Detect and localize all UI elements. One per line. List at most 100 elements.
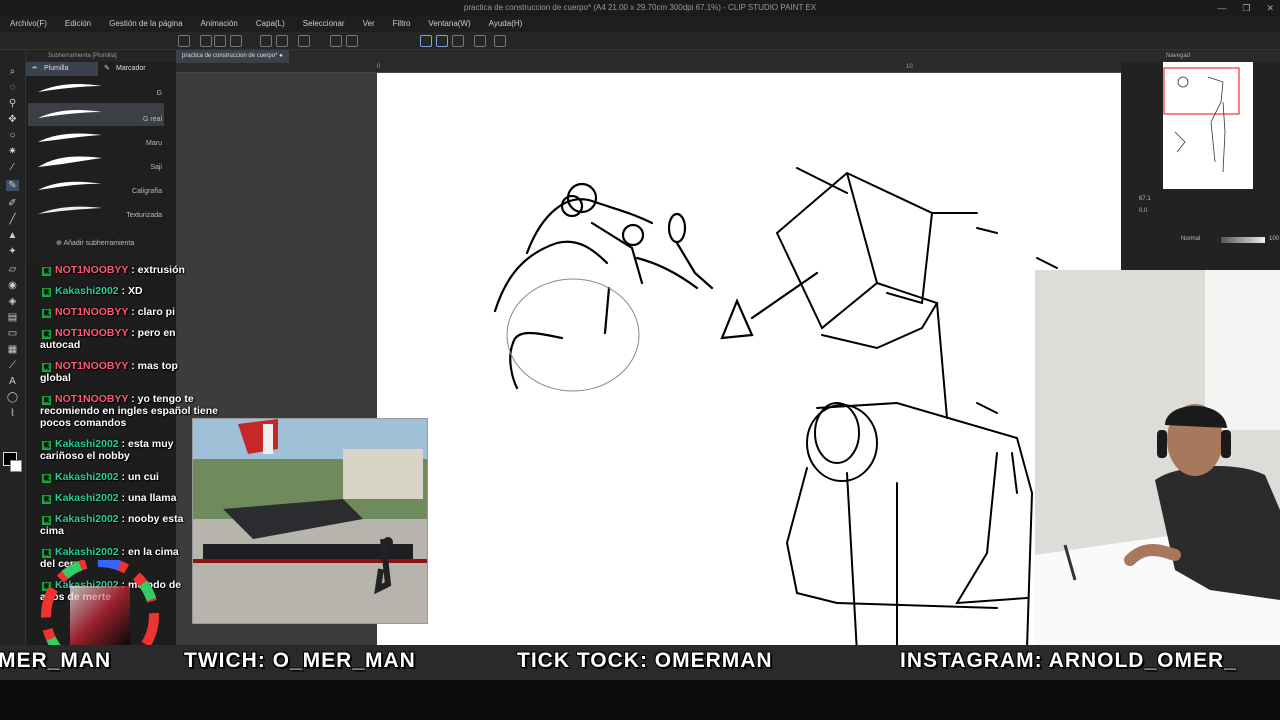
blend-mode-select[interactable]: Normal — [1181, 236, 1200, 242]
menu-gestion-pagina[interactable]: Gestión de la página — [99, 16, 190, 32]
navigator-zoom-value[interactable]: 67.1 — [1139, 196, 1151, 202]
marker-icon: ✎ — [104, 65, 110, 72]
eyedropper-tool-icon[interactable]: ⚲ — [6, 98, 19, 109]
menu-seleccionar[interactable]: Seleccionar — [293, 16, 353, 32]
pen-tool-icon[interactable]: ✎ — [6, 180, 19, 191]
menu-archivo[interactable]: Archivo(F) — [0, 16, 55, 32]
brush-label: Maru — [146, 140, 162, 147]
airbrush-tool-icon[interactable]: ▲ — [6, 230, 19, 241]
ticker-instagram: INSTAGRAM: ARNOLD_OMER_ — [900, 649, 1237, 672]
brush-label: G — [156, 90, 162, 97]
chat-message: K Kakashi2002 : nooby esta cima — [40, 513, 184, 537]
dropper-icon[interactable]: ⁄ — [6, 162, 19, 173]
transform-icon[interactable] — [346, 35, 358, 47]
undo-icon[interactable] — [260, 35, 272, 47]
kick-badge-icon: K — [42, 495, 51, 504]
drawing-canvas[interactable] — [377, 73, 1121, 654]
kick-badge-icon: K — [42, 474, 51, 483]
brush-item-g-real[interactable]: G real — [28, 103, 164, 126]
balloon-tool-icon[interactable]: ◯ — [6, 392, 19, 403]
decoration-tool-icon[interactable]: ✦ — [6, 246, 19, 257]
ticker-fragment: MER_MAN — [0, 649, 112, 672]
window-title: practica de construccion de cuerpo* (A4 … — [463, 3, 817, 12]
document-tabbar: practica de construccion de cuerpo* ● — [176, 50, 1121, 63]
frame-tool-icon[interactable]: ▦ — [6, 344, 19, 355]
minimize-button[interactable]: — — [1217, 0, 1226, 16]
ticker-tiktok: TICK TOCK: OMERMAN — [517, 649, 773, 672]
kick-badge-icon: K — [42, 288, 51, 297]
chat-message: K Kakashi2002 : una llama — [42, 492, 177, 504]
move-tool-icon[interactable]: ✥ — [6, 114, 19, 125]
eraser-tool-icon[interactable]: ▱ — [6, 264, 19, 275]
sub-color-swatch[interactable] — [10, 460, 22, 472]
menu-ayuda[interactable]: Ayuda(H) — [479, 16, 531, 32]
pen-pressure-icon[interactable] — [452, 35, 464, 47]
navigator-rotation-value[interactable]: 0.0 — [1139, 208, 1147, 214]
brush-stroke-preview — [38, 156, 102, 167]
brush-item-saji[interactable]: Saji — [28, 151, 164, 174]
chat-text: extrusión — [137, 264, 185, 276]
lasso-tool-icon[interactable]: ◌ — [6, 82, 19, 93]
menu-capa[interactable]: Capa(L) — [246, 16, 293, 32]
opacity-value[interactable]: 100 — [1269, 236, 1279, 242]
loading-icon[interactable] — [298, 35, 310, 47]
new-file-icon[interactable] — [200, 35, 212, 47]
menu-filtro[interactable]: Filtro — [383, 16, 419, 32]
ruler-tool-icon[interactable]: ⟋ — [6, 360, 19, 371]
chat-text: una llama — [127, 492, 177, 504]
menu-edicion[interactable]: Edición — [55, 16, 99, 32]
chat-message: K NOT1NOOBYY : mas top global — [40, 360, 178, 384]
chat-username: Kakashi2002 — [55, 546, 119, 558]
text-tool-icon[interactable]: A — [6, 376, 19, 387]
brush-item-maru[interactable]: Maru — [28, 127, 164, 150]
brush-label: Caligrafía — [132, 188, 162, 195]
blend-tool-icon[interactable]: ◉ — [6, 280, 19, 291]
close-tab-icon[interactable]: ● — [279, 53, 283, 59]
grid-icon[interactable] — [178, 35, 190, 47]
chat-message: K NOT1NOOBYY : yo tengo te recomiendo en … — [40, 393, 218, 429]
gradient-tool-icon[interactable]: ▤ — [6, 312, 19, 323]
window-controls: — ❐ ✕ — [1217, 0, 1274, 16]
close-button[interactable]: ✕ — [1266, 0, 1274, 16]
select-tool-icon[interactable]: ○ — [6, 130, 19, 141]
document-tab-label: practica de construccion de cuerpo* — [182, 53, 278, 59]
brush-stroke-preview — [38, 206, 102, 214]
chat-message: K NOT1NOOBYY : claro pi — [42, 306, 176, 318]
navigator-thumbnail[interactable] — [1163, 62, 1253, 189]
brush-item-texturizada[interactable]: Texturizada — [28, 199, 164, 222]
fill-tool-icon[interactable]: ◈ — [6, 296, 19, 307]
ruler-mark-10: 10 — [906, 64, 913, 70]
kick-badge-icon: K — [42, 267, 51, 276]
magic-wand-icon[interactable]: ✷ — [6, 146, 19, 157]
brush-label: G real — [142, 116, 162, 123]
fill-icon[interactable] — [330, 35, 342, 47]
plus-icon: ⊕ — [56, 240, 62, 247]
document-tab[interactable]: practica de construccion de cuerpo* ● — [176, 50, 289, 63]
opacity-slider[interactable] — [1221, 237, 1265, 243]
brush-tool-icon[interactable]: ╱ — [6, 214, 19, 225]
menu-animacion[interactable]: Animación — [191, 16, 246, 32]
brush-item-caligrafia[interactable]: Caligrafía — [28, 175, 164, 198]
redo-icon[interactable] — [276, 35, 288, 47]
open-file-icon[interactable] — [214, 35, 226, 47]
correct-line-tool-icon[interactable]: ⌇ — [6, 408, 19, 419]
brush-stroke-preview — [38, 133, 102, 142]
settings-icon[interactable] — [474, 35, 486, 47]
add-subtool-button[interactable]: ⊕ Añadir subherramienta — [56, 239, 134, 247]
maximize-button[interactable]: ❐ — [1242, 0, 1250, 16]
menu-ventana[interactable]: Ventana(W) — [418, 16, 478, 32]
tab-marcador[interactable]: ✎ Marcador — [98, 62, 170, 76]
brush-stroke-preview — [38, 84, 102, 92]
figure-tool-icon[interactable]: ▭ — [6, 328, 19, 339]
smartphone-icon[interactable] — [494, 35, 506, 47]
special-ruler-snap-icon[interactable] — [436, 35, 448, 47]
chat-message: K Kakashi2002 : esta muy cariñoso el nobb… — [40, 438, 174, 462]
ruler-snap-icon[interactable] — [420, 35, 432, 47]
zoom-tool-icon[interactable]: ⌕ — [6, 66, 19, 77]
menu-ver[interactable]: Ver — [353, 16, 383, 32]
tab-plumilla[interactable]: ✒ Plumilla — [26, 62, 98, 76]
save-icon[interactable] — [230, 35, 242, 47]
chat-text: claro pi — [137, 306, 176, 318]
brush-item-g[interactable]: G — [28, 77, 164, 100]
pencil-tool-icon[interactable]: ✐ — [6, 198, 19, 209]
